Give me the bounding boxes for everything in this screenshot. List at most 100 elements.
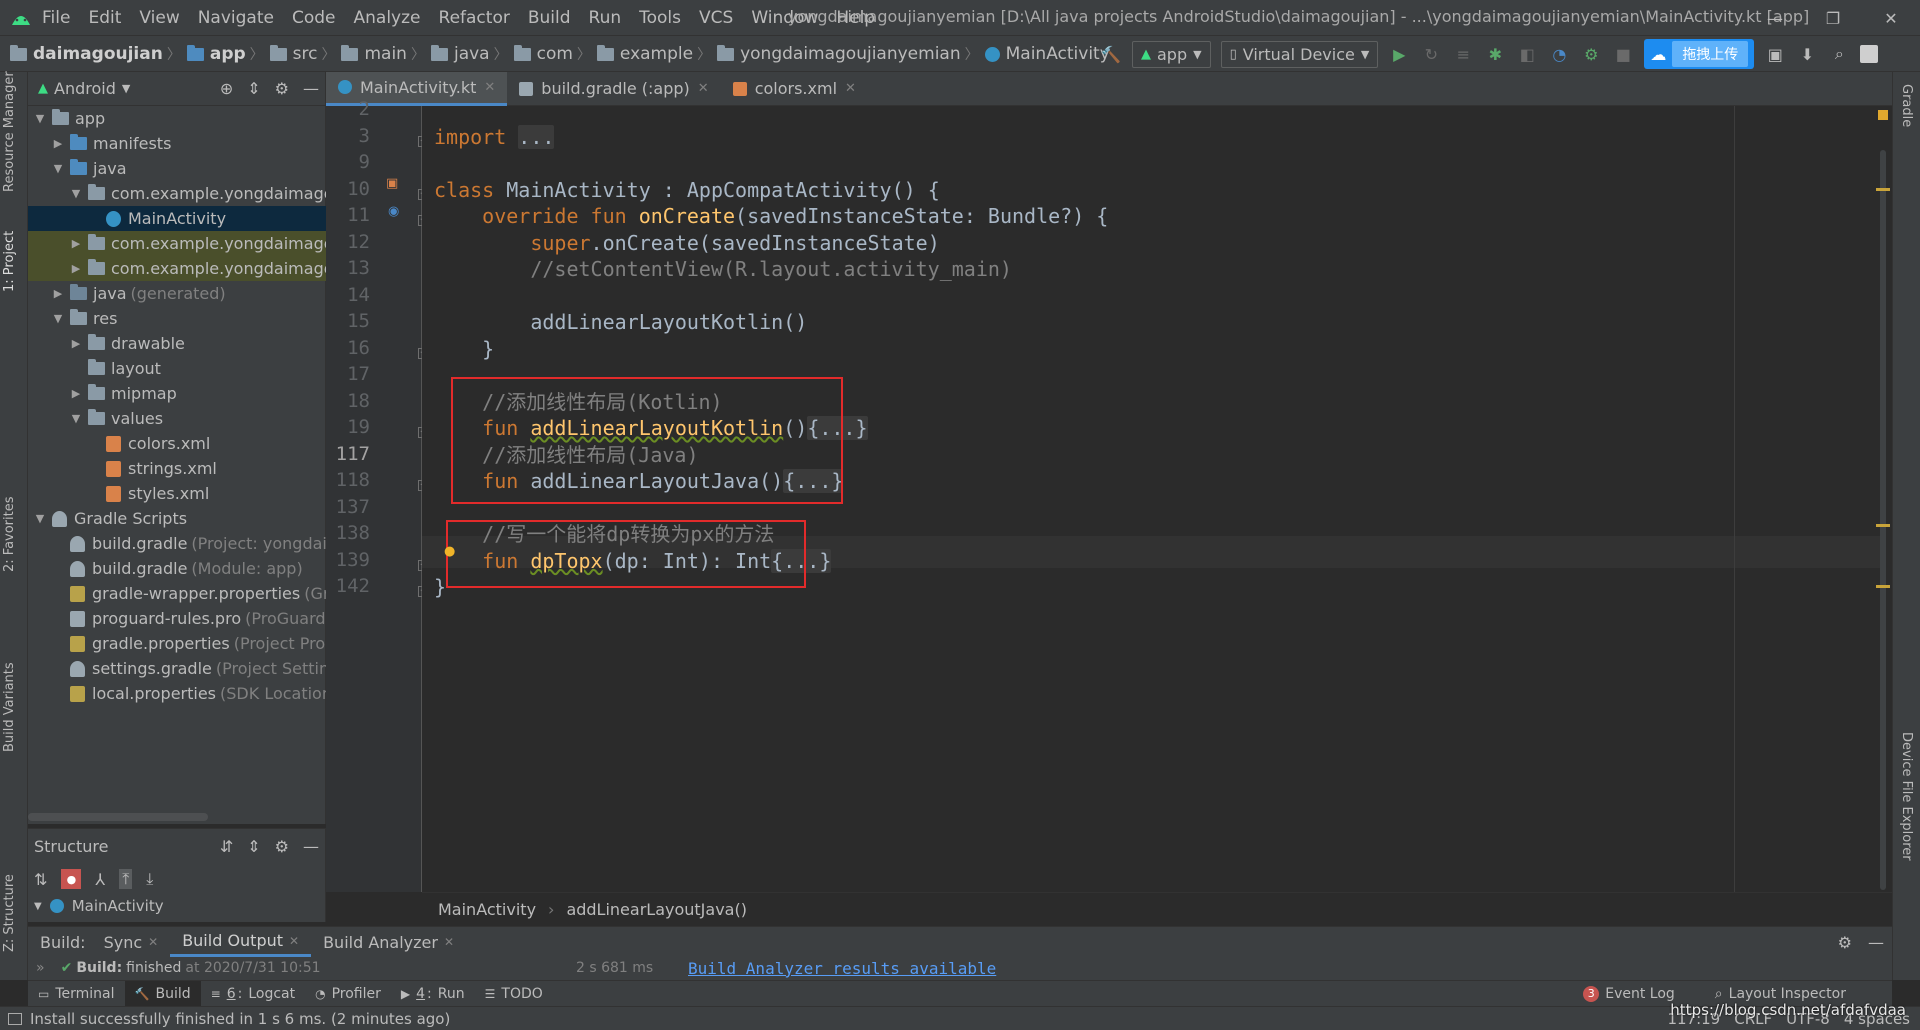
tool-tab-build[interactable]: 🔨 Build xyxy=(124,980,201,1007)
sdk-manager-icon[interactable]: ⬇ xyxy=(1796,43,1818,65)
chevron-down-icon[interactable]: ▼ xyxy=(70,187,82,200)
show-fields-icon[interactable]: ● xyxy=(61,869,82,889)
collapse-all-icon[interactable]: ⇕ xyxy=(247,837,260,856)
menu-tools[interactable]: Tools xyxy=(630,8,690,28)
upload-button[interactable]: ☁ 拖拽上传 xyxy=(1644,39,1755,69)
tree-item[interactable]: build.gradle (Module: app) xyxy=(28,556,326,581)
tool-tab-todo[interactable]: ☰ TODO xyxy=(475,981,553,1007)
tree-item[interactable]: colors.xml xyxy=(28,431,326,456)
chevron-right-icon[interactable]: ▶ xyxy=(70,237,82,250)
error-stripe-mark[interactable] xyxy=(1876,188,1890,191)
close-icon[interactable]: ✕ xyxy=(845,81,856,96)
expand-icon[interactable]: » xyxy=(36,960,45,976)
tree-item[interactable]: ▼ values xyxy=(28,406,326,431)
error-stripe-mark[interactable] xyxy=(1876,524,1890,527)
menu-analyze[interactable]: Analyze xyxy=(345,8,430,28)
tab-build-output[interactable]: Build Output ✕ xyxy=(170,927,312,957)
chevron-right-icon[interactable]: ▶ xyxy=(52,287,64,300)
breadcrumb-item[interactable]: com xyxy=(513,44,573,64)
gear-icon[interactable]: ⚙ xyxy=(275,837,289,856)
tree-item[interactable]: ▶ manifests xyxy=(28,131,326,156)
breadcrumb-item[interactable]: app xyxy=(186,44,246,64)
breadcrumb-item[interactable]: yongdaimagoujianyemian xyxy=(717,44,961,64)
project-view-select[interactable]: ▲ Android ▼ xyxy=(38,79,130,98)
close-icon[interactable]: ✕ xyxy=(148,935,158,949)
tool-tab-run[interactable]: ▶ 4: Run xyxy=(391,981,475,1007)
menu-navigate[interactable]: Navigate xyxy=(189,8,283,28)
close-icon[interactable]: ✕ xyxy=(484,80,495,95)
tree-item[interactable]: ▶com.example.yongdaimagoujianyemian xyxy=(28,231,326,256)
tree-item[interactable]: local.properties(SDK Location) xyxy=(28,681,326,706)
locate-icon[interactable]: ⊕ xyxy=(220,79,233,98)
tree-item[interactable]: ▼ app xyxy=(28,106,326,131)
debug-icon[interactable]: ✱ xyxy=(1484,43,1506,65)
breadcrumb-item[interactable]: example xyxy=(596,44,693,64)
minimize-icon[interactable]: — xyxy=(1746,0,1804,36)
structure-tab[interactable]: Z: Structure xyxy=(2,862,17,952)
project-tab[interactable]: 1: Project xyxy=(2,222,17,292)
breadcrumb-item[interactable]: daimagoujian xyxy=(10,44,163,64)
build-analyzer-message[interactable]: Build Analyzer results available xyxy=(688,959,996,978)
close-icon[interactable]: ✕ xyxy=(698,81,709,96)
apply-code-changes-icon[interactable]: ≡ xyxy=(1452,43,1474,65)
attach-debugger-icon[interactable]: ◧ xyxy=(1516,43,1538,65)
tab-sync[interactable]: Sync ✕ xyxy=(92,927,171,957)
chevron-down-icon[interactable]: ▼ xyxy=(52,162,64,175)
editor-vertical-scrollbar[interactable] xyxy=(1880,150,1886,890)
tree-item[interactable]: styles.xml xyxy=(28,481,326,506)
menu-file[interactable]: File xyxy=(42,8,79,28)
run-class-icon[interactable]: ▣ xyxy=(386,176,398,191)
sort-alpha-icon[interactable]: ⇅ xyxy=(34,870,47,889)
chevron-down-icon[interactable]: ▼ xyxy=(34,112,46,125)
error-stripe-mark[interactable] xyxy=(1876,585,1890,588)
editor-tab[interactable]: build.gradle (:app) ✕ xyxy=(507,72,720,106)
chevron-right-icon[interactable]: ▶ xyxy=(52,137,64,150)
expand-all-icon[interactable]: ⇵ xyxy=(220,837,233,856)
tree-item[interactable]: layout xyxy=(28,356,326,381)
structure-root[interactable]: ▼ MainActivity xyxy=(28,895,325,917)
tree-item[interactable]: proguard-rules.pro(ProGuard Rules for ap… xyxy=(28,606,326,631)
tree-item[interactable]: gradle-wrapper.properties(Gradle Version… xyxy=(28,581,326,606)
menu-edit[interactable]: Edit xyxy=(79,8,130,28)
search-icon[interactable]: ⌕ xyxy=(1828,43,1850,65)
editor-breadcrumb-item[interactable]: MainActivity xyxy=(438,900,536,919)
tree-item[interactable]: ▼com.example.yongdaimagoujianyemian xyxy=(28,181,326,206)
chevron-right-icon[interactable]: ▶ xyxy=(70,337,82,350)
tool-tab-logcat[interactable]: ≡ 6: Logcat xyxy=(201,981,305,1007)
sync-gradle-icon[interactable]: ⚙ xyxy=(1580,43,1602,65)
tree-item[interactable]: ▶ mipmap xyxy=(28,381,326,406)
menu-code[interactable]: Code xyxy=(283,8,345,28)
tree-item[interactable]: ▶ drawable xyxy=(28,331,326,356)
tab-build-analyzer[interactable]: Build Analyzer ✕ xyxy=(311,927,466,957)
tree-item[interactable]: ▶com.example.yongdaimagoujianyemian xyxy=(28,256,326,281)
code-editor[interactable]: import ... class MainActivity : AppCompat… xyxy=(422,106,1882,892)
menu-run[interactable]: Run xyxy=(580,8,631,28)
tree-item[interactable]: ▼ java xyxy=(28,156,326,181)
tree-item[interactable]: build.gradle(Project: yongdaimagoujianye… xyxy=(28,531,326,556)
inspection-status-icon[interactable] xyxy=(1878,110,1888,120)
breadcrumb-item[interactable]: java xyxy=(430,44,490,64)
gradle-tab[interactable]: Gradle xyxy=(1899,84,1914,127)
run-configuration-select[interactable]: ▲ app ▼ xyxy=(1132,40,1211,68)
override-method-icon[interactable]: ◉ xyxy=(388,204,399,219)
chevron-right-icon[interactable]: ▶ xyxy=(70,387,82,400)
editor-tab[interactable]: colors.xml ✕ xyxy=(721,72,868,106)
breadcrumb-item[interactable]: main xyxy=(341,44,407,64)
breadcrumb-item[interactable]: src xyxy=(269,44,317,64)
stop-icon[interactable]: ■ xyxy=(1612,43,1634,65)
autoscroll-from-source-icon[interactable]: ⤓ xyxy=(146,869,153,889)
menu-vcs[interactable]: VCS xyxy=(690,8,742,28)
tree-item[interactable]: settings.gradle(Project Settings) xyxy=(28,656,326,681)
close-icon[interactable]: ✕ xyxy=(289,934,299,948)
status-window-icon[interactable] xyxy=(8,1012,22,1025)
profile-icon[interactable]: ◔ xyxy=(1548,43,1570,65)
apply-changes-icon[interactable]: ↻ xyxy=(1420,43,1442,65)
menu-build[interactable]: Build xyxy=(519,8,580,28)
tree-item[interactable]: gradle.properties(Project Properties) xyxy=(28,631,326,656)
tree-item[interactable]: ▶ java (generated) xyxy=(28,281,326,306)
gear-icon[interactable]: ⚙ xyxy=(1838,933,1852,952)
chevron-down-icon[interactable]: ▼ xyxy=(70,412,82,425)
restore-icon[interactable]: ❐ xyxy=(1804,0,1862,36)
show-inherited-icon[interactable]: ⅄ xyxy=(95,870,105,889)
gear-icon[interactable]: ⚙ xyxy=(275,79,289,98)
